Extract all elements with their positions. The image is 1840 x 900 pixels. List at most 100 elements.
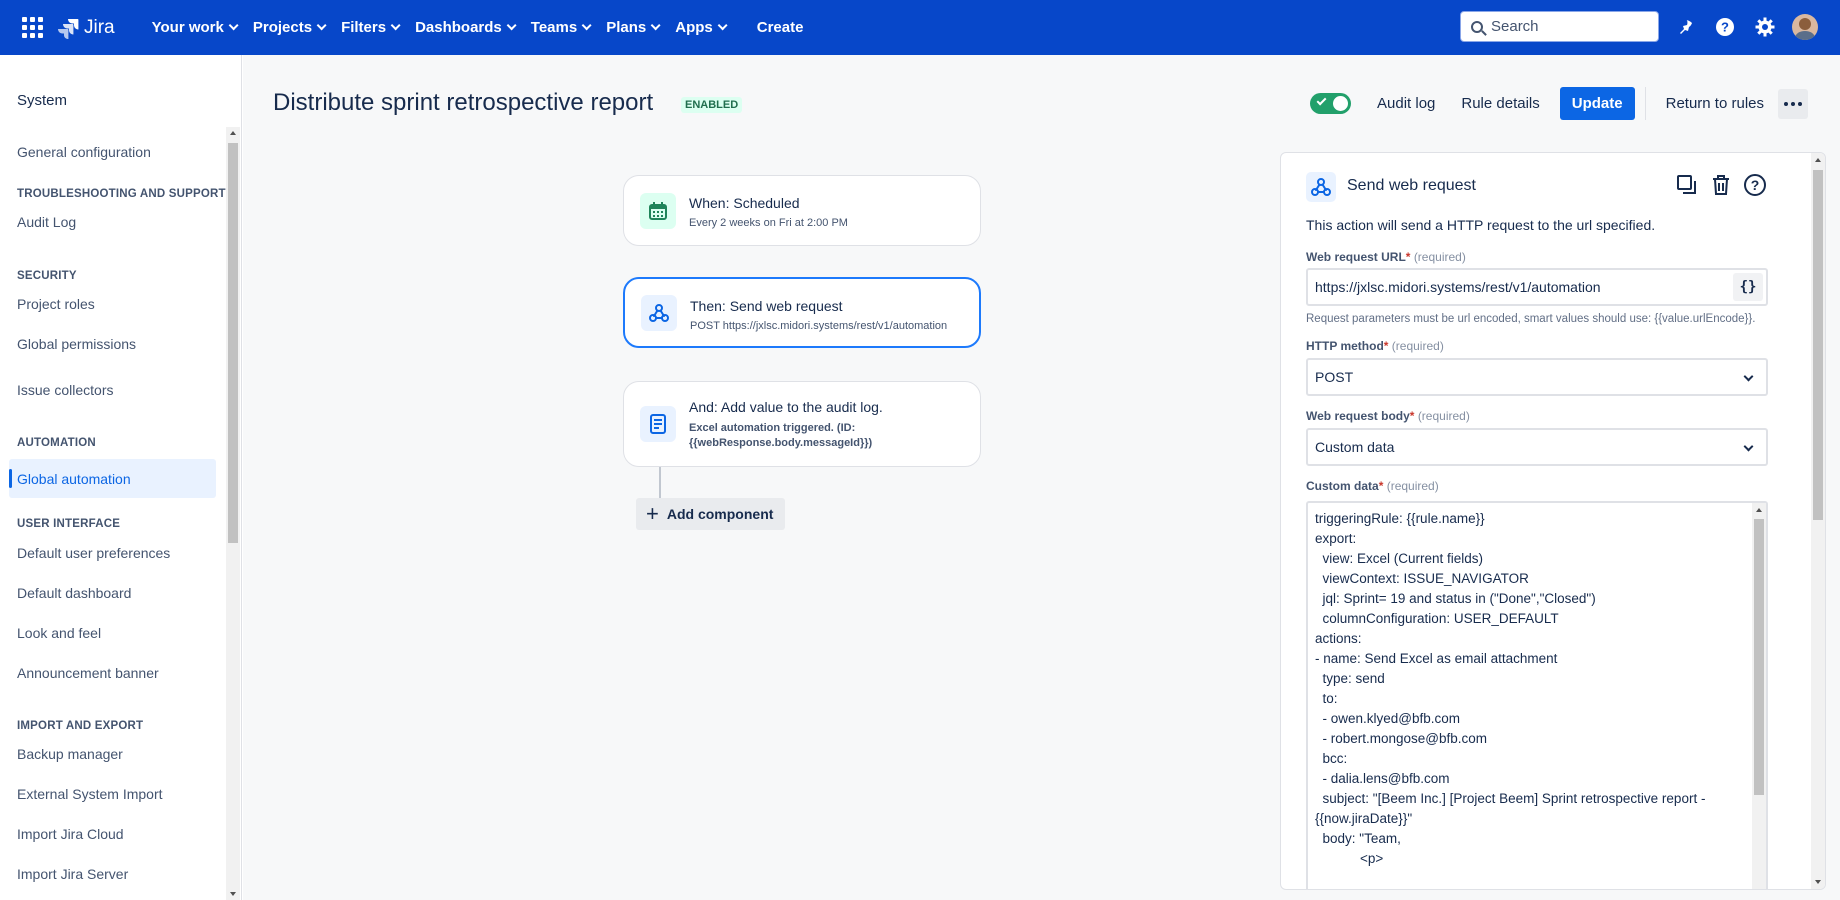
node-subtitle: Every 2 weeks on Fri at 2:00 PM (689, 217, 848, 229)
sidebar-item-global-automation[interactable]: Global automation (9, 459, 216, 498)
textarea-scrollbar[interactable] (1752, 503, 1766, 889)
menu-label: Filters (341, 19, 387, 36)
scroll-down-icon[interactable] (1815, 880, 1821, 884)
sidebar-item-default-dashboard[interactable]: Default dashboard (9, 573, 216, 612)
scroll-down-icon[interactable] (230, 892, 236, 896)
scroll-up-icon[interactable] (230, 131, 236, 135)
action-node-audit-log[interactable]: And: Add value to the audit log. Excel a… (623, 381, 981, 467)
scrollbar-thumb[interactable] (1813, 170, 1823, 520)
sidebar-item-default-user-preferences[interactable]: Default user preferences (9, 533, 216, 572)
menu-projects[interactable]: Projects (244, 10, 332, 46)
sidebar-item-issue-collectors[interactable]: Issue collectors (9, 370, 216, 409)
sidebar-item-project-roles[interactable]: Project roles (9, 284, 216, 323)
menu-plans[interactable]: Plans (597, 10, 666, 46)
sidebar-item-audit-log[interactable]: Audit Log (9, 202, 216, 241)
main-menu: Your work Projects Filters Dashboards Te… (143, 10, 733, 46)
menu-label: Teams (530, 19, 578, 36)
sidebar-item-import-jira-cloud[interactable]: Import Jira Cloud (9, 814, 216, 853)
toolbar-divider (1644, 87, 1646, 120)
audit-log-link[interactable]: Audit log (1377, 95, 1435, 112)
node-title: Then: Send web request (690, 298, 843, 314)
label-text: Custom data (1306, 479, 1379, 493)
url-hint: Request parameters must be url encoded, … (1306, 313, 1756, 325)
duplicate-icon[interactable] (1674, 172, 1700, 198)
smart-value-button[interactable]: {} (1733, 273, 1763, 301)
node-subtitle: POST https://jxlsc.midori.systems/rest/v… (690, 320, 948, 332)
node-subtitle-line2: {{webResponse.body.messageId}}) (689, 437, 873, 449)
delete-icon[interactable] (1708, 172, 1734, 198)
sidebar-section-title: System (17, 92, 68, 109)
sidebar-scrollbar[interactable] (226, 127, 240, 900)
help-icon[interactable]: ? (1742, 172, 1768, 198)
custom-data-label: Custom data* (required) (1306, 479, 1439, 493)
panel-description: This action will send a HTTP request to … (1306, 217, 1656, 233)
menu-your-work[interactable]: Your work (143, 10, 244, 46)
sidebar-item-global-permissions[interactable]: Global permissions (9, 324, 216, 363)
sidebar-item-external-system-import[interactable]: External System Import (9, 774, 216, 813)
node-subtitle-line1: Excel automation triggered. (ID: (689, 422, 856, 434)
label-text: HTTP method (1306, 339, 1384, 353)
document-icon (640, 406, 676, 442)
menu-label: Apps (675, 19, 713, 36)
menu-teams[interactable]: Teams (522, 10, 597, 46)
add-component-button[interactable]: + Add component (636, 498, 786, 530)
jira-logo[interactable]: Jira (58, 17, 115, 39)
avatar[interactable] (1792, 14, 1818, 40)
label-text: Web request URL (1306, 250, 1406, 264)
settings-icon[interactable] (1752, 14, 1778, 40)
sidebar-item-backup-manager[interactable]: Backup manager (9, 734, 216, 773)
sidebar-item-general-configuration[interactable]: General configuration (9, 132, 216, 171)
chevron-down-icon (1743, 371, 1754, 382)
sidebar-item-import-jira-server[interactable]: Import Jira Server (9, 854, 216, 893)
action-node-send-web-request[interactable]: Then: Send web request POST https://jxls… (623, 277, 981, 348)
notifications-icon[interactable] (1672, 14, 1698, 40)
rule-details-link[interactable]: Rule details (1461, 95, 1539, 112)
webhook-icon (641, 295, 677, 331)
sidebar-heading-troubleshooting: Troubleshooting and support (17, 188, 226, 200)
panel-title: Send web request (1347, 177, 1476, 194)
toggle-knob (1333, 96, 1348, 111)
update-button[interactable]: Update (1559, 87, 1635, 120)
required-asterisk: * (1378, 479, 1384, 493)
menu-apps[interactable]: Apps (666, 10, 733, 46)
sidebar-item-announcement-banner[interactable]: Announcement banner (9, 653, 216, 692)
required-text: (required) (1386, 479, 1439, 493)
http-method-select[interactable]: POST (1306, 358, 1768, 396)
url-value: https://jxlsc.midori.systems/rest/v1/aut… (1315, 279, 1601, 295)
plus-icon: + (646, 501, 659, 526)
chevron-down-icon (506, 20, 517, 31)
sidebar-item-look-and-feel[interactable]: Look and feel (9, 613, 216, 652)
component-config-panel: Send web request ? This action will send… (1280, 152, 1826, 890)
sidebar-heading-automation: Automation (17, 437, 96, 449)
menu-label: Plans (606, 19, 647, 36)
web-request-url-input[interactable]: https://jxlsc.midori.systems/rest/v1/aut… (1306, 268, 1768, 306)
page-title: Distribute sprint retrospective report (273, 89, 654, 116)
top-navigation: Jira Your work Projects Filters Dashboar… (0, 0, 1840, 55)
method-value: POST (1315, 369, 1354, 385)
scroll-up-icon[interactable] (1756, 508, 1762, 512)
sidebar-heading-import-export: Import and export (17, 720, 144, 732)
search-input[interactable]: Search (1460, 11, 1659, 42)
scroll-up-icon[interactable] (1815, 158, 1821, 162)
more-actions-button[interactable] (1778, 88, 1808, 119)
menu-filters[interactable]: Filters (332, 10, 406, 46)
scrollbar-thumb[interactable] (228, 143, 238, 543)
web-request-body-select[interactable]: Custom data (1306, 428, 1768, 466)
help-icon[interactable]: ? (1712, 14, 1738, 40)
required-text: (required) (1391, 339, 1444, 353)
panel-scrollbar[interactable] (1811, 153, 1825, 889)
return-to-rules-link[interactable]: Return to rules (1666, 95, 1764, 112)
custom-data-content: triggeringRule: {{rule.name}} export: vi… (1315, 511, 1706, 866)
scrollbar-thumb[interactable] (1754, 519, 1764, 795)
custom-data-textarea[interactable]: triggeringRule: {{rule.name}} export: vi… (1306, 501, 1768, 889)
trigger-node-scheduled[interactable]: When: Scheduled Every 2 weeks on Fri at … (623, 175, 981, 246)
menu-dashboards[interactable]: Dashboards (406, 10, 522, 46)
required-asterisk: * (1383, 339, 1389, 353)
rule-enabled-toggle[interactable] (1310, 93, 1351, 114)
required-text: (required) (1417, 409, 1470, 423)
sidebar-heading-security: Security (17, 270, 77, 282)
url-field-label: Web request URL* (required) (1306, 250, 1466, 264)
create-button[interactable]: Create (757, 19, 804, 36)
app-switcher-icon[interactable] (22, 16, 44, 39)
label-text: Web request body (1306, 409, 1410, 423)
